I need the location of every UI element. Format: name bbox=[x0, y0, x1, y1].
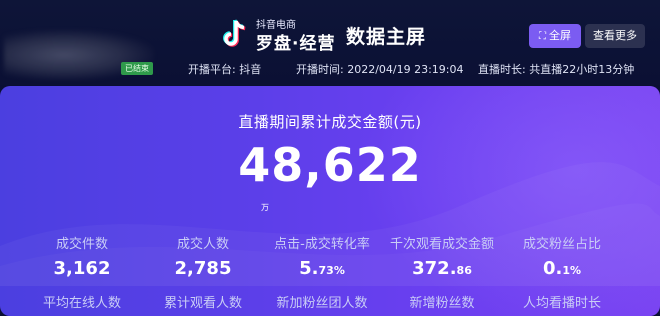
duration-info: 直播时长: 共直播22小时13分钟 bbox=[478, 63, 635, 76]
stat-fan-ratio: 成交粉丝占比 0.1% bbox=[502, 233, 622, 279]
header: 抖音电商 罗盘·经营 数据主屏 ⛶ 全屏 查看更多 已结束 开播平台: 抖音 开播… bbox=[0, 0, 660, 85]
stat-new-followers-label: 新增粉丝数 bbox=[409, 296, 475, 311]
stat-value: 2,785 bbox=[174, 258, 232, 279]
total-gmv-unit: 万 bbox=[261, 203, 269, 212]
stat-label: 成交人数 bbox=[176, 237, 229, 252]
fullscreen-label: 全屏 bbox=[549, 29, 571, 42]
stat-total-viewers-label: 累计观看人数 bbox=[163, 296, 242, 311]
stat-value: 372.86 bbox=[412, 258, 472, 279]
platform-info: 开播平台: 抖音 bbox=[188, 63, 262, 76]
stat-label: 成交粉丝占比 bbox=[522, 237, 601, 252]
stat-label: 点击-成交转化率 bbox=[274, 237, 370, 252]
stat-label: 成交件数 bbox=[55, 237, 108, 252]
fullscreen-button[interactable]: ⛶ 全屏 bbox=[529, 24, 581, 48]
stat-avg-watch-time-label: 人均看播时长 bbox=[522, 296, 601, 311]
stat-orders: 成交件数 3,162 bbox=[22, 233, 142, 279]
stat-value: 5.73% bbox=[299, 258, 345, 279]
stat-value: 3,162 bbox=[53, 258, 111, 279]
stat-buyers: 成交人数 2,785 bbox=[143, 233, 263, 279]
fullscreen-icon: ⛶ bbox=[539, 31, 546, 42]
logo-title: 罗盘·经营 bbox=[256, 34, 336, 54]
start-time-info: 开播时间: 2022/04/19 23:19:04 bbox=[296, 63, 464, 76]
douyin-logo-icon bbox=[223, 19, 246, 47]
total-gmv-label: 直播期间累计成交金额(元) bbox=[238, 113, 422, 131]
status-badge: 已结束 bbox=[121, 62, 153, 75]
stat-label: 千次观看成交金额 bbox=[389, 237, 494, 252]
total-gmv-value: 48,622 bbox=[238, 138, 422, 192]
stat-gpm: 千次观看成交金额 372.86 bbox=[382, 233, 502, 279]
metrics-panel: 直播期间累计成交金额(元) 48,622 万 成交件数 3,162 成交人数 2… bbox=[0, 86, 660, 316]
page-title: 数据主屏 bbox=[346, 26, 427, 48]
stat-conversion-rate: 点击-成交转化率 5.73% bbox=[262, 233, 382, 279]
view-more-button[interactable]: 查看更多 bbox=[585, 24, 645, 48]
stat-new-fanclub-label: 新加粉丝团人数 bbox=[276, 296, 368, 311]
stat-avg-online-label: 平均在线人数 bbox=[42, 296, 121, 311]
stat-value: 0.1% bbox=[542, 258, 582, 279]
